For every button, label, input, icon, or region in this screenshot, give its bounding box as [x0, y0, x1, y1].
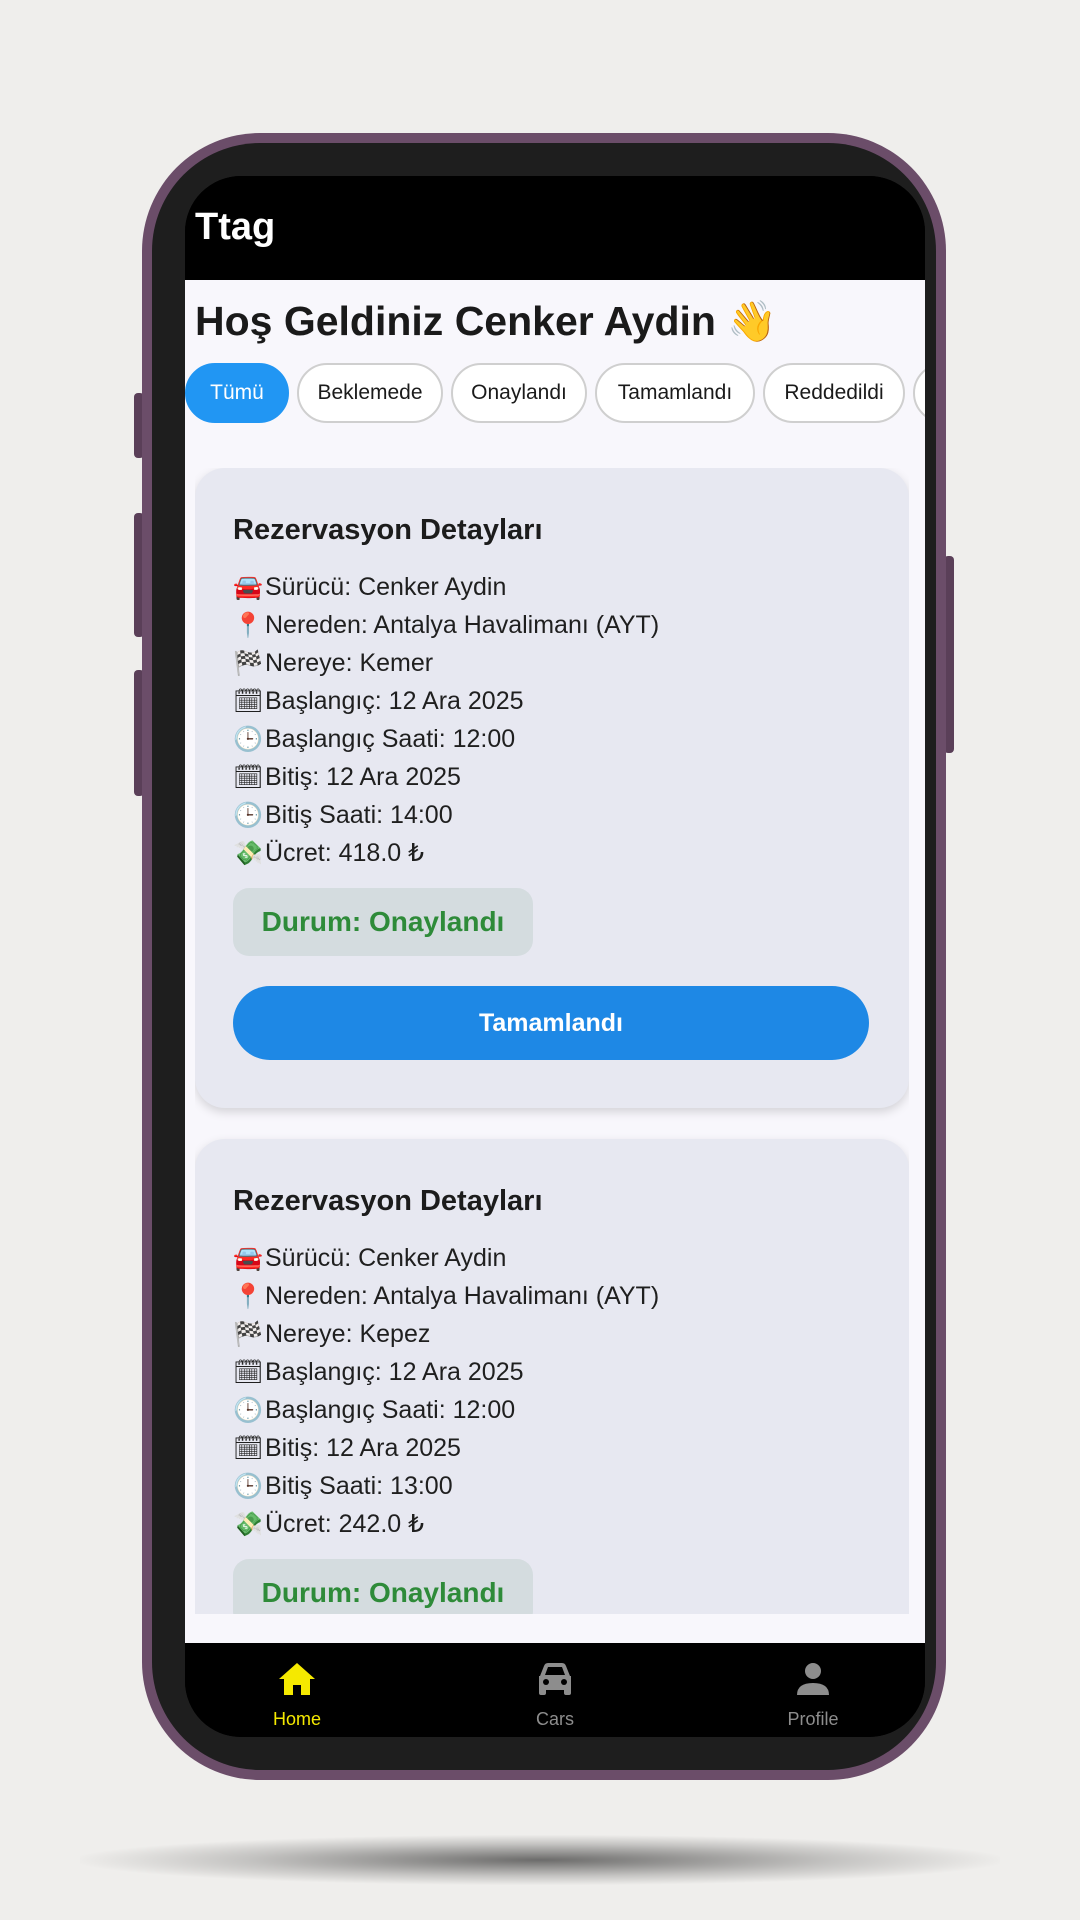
nav-home-label: Home: [272, 1709, 321, 1729]
filter-chip-completed[interactable]: Tamamlandı: [595, 363, 755, 423]
status-badge: Durum: Onaylandı: [233, 1559, 533, 1614]
nav-cars[interactable]: Cars: [455, 1643, 655, 1737]
nav-home[interactable]: Home: [197, 1643, 397, 1737]
reservation-details: 🚘Sürücü: Cenker Aydin 📍Nereden: Antalya …: [233, 568, 659, 872]
clock-icon: 🕒: [233, 801, 263, 829]
clock-icon: 🕒: [233, 725, 263, 753]
phone-frame: Ttag Hoş Geldiniz Cenker Aydin 👋 Tümü Be…: [142, 133, 946, 1780]
app-screen: Ttag Hoş Geldiniz Cenker Aydin 👋 Tümü Be…: [185, 176, 925, 1737]
detail-from: 📍Nereden: Antalya Havalimanı (AYT): [233, 1277, 659, 1315]
app-bar: Ttag: [185, 176, 925, 280]
money-icon: 💸: [233, 839, 263, 867]
detail-start-date: 🗓Başlangıç: 12 Ara 2025: [233, 1353, 659, 1391]
card-title: Rezervasyon Detayları: [233, 514, 543, 546]
reservation-card: Rezervasyon Detayları 🚘Sürücü: Cenker Ay…: [195, 1139, 909, 1614]
status-filter-bar[interactable]: Tümü Beklemede Onaylandı Tamamlandı Redd…: [185, 363, 925, 423]
calendar-icon: 🗓: [233, 1358, 264, 1386]
nav-cars-label: Cars: [535, 1709, 574, 1729]
detail-start-time: 🕒Başlangıç Saati: 12:00: [233, 720, 659, 758]
flag-icon: 🏁: [233, 1320, 263, 1348]
filter-chip-more[interactable]: [913, 363, 925, 423]
app-title: Ttag: [195, 206, 276, 248]
detail-from: 📍Nereden: Antalya Havalimanı (AYT): [233, 606, 659, 644]
card-title: Rezervasyon Detayları: [233, 1185, 543, 1217]
waving-hand-icon: 👋: [727, 299, 778, 345]
calendar-icon: 🗓: [233, 1434, 264, 1462]
bottom-navigation: Home Cars Profile: [185, 1643, 925, 1737]
detail-start-date: 🗓Başlangıç: 12 Ara 2025: [233, 682, 659, 720]
filter-chip-pending[interactable]: Beklemede: [297, 363, 443, 423]
profile-icon: [797, 1663, 829, 1695]
detail-end-date: 🗓Bitiş: 12 Ara 2025: [233, 1429, 659, 1467]
detail-end-date: 🗓Bitiş: 12 Ara 2025: [233, 758, 659, 796]
detail-to: 🏁Nereye: Kepez: [233, 1315, 659, 1353]
detail-driver: 🚘Sürücü: Cenker Aydin: [233, 568, 659, 606]
complete-button[interactable]: Tamamlandı: [233, 986, 869, 1060]
nav-profile[interactable]: Profile: [713, 1643, 913, 1737]
detail-end-time: 🕒Bitiş Saati: 14:00: [233, 796, 659, 834]
flag-icon: 🏁: [233, 649, 263, 677]
detail-price: 💸Ücret: 418.0 ₺: [233, 834, 659, 872]
car-icon: 🚘: [233, 573, 263, 601]
pin-icon: 📍: [233, 1282, 263, 1310]
filter-chip-approved[interactable]: Onaylandı: [451, 363, 587, 423]
car-icon: [539, 1663, 571, 1695]
clock-icon: 🕒: [233, 1396, 263, 1424]
filter-chip-rejected[interactable]: Reddedildi: [763, 363, 905, 423]
detail-to: 🏁Nereye: Kemer: [233, 644, 659, 682]
reservation-card: Rezervasyon Detayları 🚘Sürücü: Cenker Ay…: [195, 468, 909, 1108]
detail-driver: 🚘Sürücü: Cenker Aydin: [233, 1239, 659, 1277]
pin-icon: 📍: [233, 611, 263, 639]
greeting-text: Hoş Geldiniz Cenker Aydin: [195, 298, 716, 344]
detail-price: 💸Ücret: 242.0 ₺: [233, 1505, 659, 1543]
calendar-icon: 🗓: [233, 763, 264, 791]
greeting-heading: Hoş Geldiniz Cenker Aydin 👋: [195, 298, 777, 345]
nav-profile-label: Profile: [787, 1709, 839, 1729]
money-icon: 💸: [233, 1510, 263, 1538]
calendar-icon: 🗓: [233, 687, 264, 715]
status-badge: Durum: Onaylandı: [233, 888, 533, 956]
device-shadow: [80, 1835, 1000, 1885]
reservation-list[interactable]: Rezervasyon Detayları 🚘Sürücü: Cenker Ay…: [195, 468, 909, 1614]
reservation-details: 🚘Sürücü: Cenker Aydin 📍Nereden: Antalya …: [233, 1239, 659, 1543]
car-icon: 🚘: [233, 1244, 263, 1272]
home-content: Hoş Geldiniz Cenker Aydin 👋 Tümü Bekleme…: [185, 280, 925, 1660]
home-icon: [279, 1663, 315, 1695]
filter-chip-all[interactable]: Tümü: [185, 363, 289, 423]
detail-end-time: 🕒Bitiş Saati: 13:00: [233, 1467, 659, 1505]
phone-bezel: Ttag Hoş Geldiniz Cenker Aydin 👋 Tümü Be…: [152, 143, 936, 1770]
detail-start-time: 🕒Başlangıç Saati: 12:00: [233, 1391, 659, 1429]
clock-icon: 🕒: [233, 1472, 263, 1500]
